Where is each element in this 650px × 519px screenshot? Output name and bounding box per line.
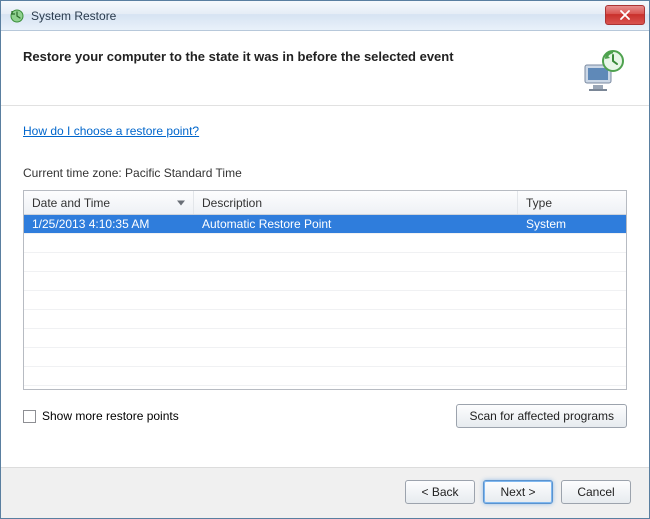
next-button[interactable]: Next > [483, 480, 553, 504]
show-more-label: Show more restore points [42, 409, 179, 423]
below-table-row: Show more restore points Scan for affect… [23, 404, 627, 428]
table-row[interactable] [24, 272, 626, 291]
titlebar: System Restore [1, 1, 649, 31]
back-button[interactable]: < Back [405, 480, 475, 504]
cancel-button[interactable]: Cancel [561, 480, 631, 504]
page-heading: Restore your computer to the state it wa… [23, 47, 454, 64]
table-row[interactable] [24, 329, 626, 348]
table-row[interactable] [24, 348, 626, 367]
table-row[interactable] [24, 291, 626, 310]
restore-points-table: Date and Time Description Type 1/25/2013… [23, 190, 627, 390]
close-button[interactable] [605, 5, 645, 25]
content-area: Restore your computer to the state it wa… [1, 31, 649, 467]
divider [1, 105, 649, 106]
header-row: Restore your computer to the state it wa… [23, 47, 627, 95]
table-row[interactable]: 1/25/2013 4:10:35 AM Automatic Restore P… [24, 215, 626, 234]
cell-type: System [518, 215, 626, 233]
window-title: System Restore [31, 9, 116, 23]
table-body: 1/25/2013 4:10:35 AM Automatic Restore P… [24, 215, 626, 386]
cell-description: Automatic Restore Point [194, 215, 518, 233]
table-header-row: Date and Time Description Type [24, 191, 626, 215]
table-row[interactable] [24, 367, 626, 386]
table-row[interactable] [24, 310, 626, 329]
scan-affected-programs-button[interactable]: Scan for affected programs [456, 404, 627, 428]
restore-hero-icon [579, 47, 627, 95]
wizard-footer: < Back Next > Cancel [1, 467, 649, 518]
timezone-label: Current time zone: Pacific Standard Time [23, 166, 627, 180]
table-row[interactable] [24, 234, 626, 253]
restore-app-icon [9, 8, 25, 24]
checkbox-icon [23, 410, 36, 423]
column-header-date[interactable]: Date and Time [24, 191, 194, 214]
cell-date: 1/25/2013 4:10:35 AM [24, 215, 194, 233]
table-row[interactable] [24, 253, 626, 272]
show-more-checkbox[interactable]: Show more restore points [23, 409, 179, 423]
column-header-description[interactable]: Description [194, 191, 518, 214]
system-restore-window: System Restore Restore your computer to … [0, 0, 650, 519]
help-link[interactable]: How do I choose a restore point? [23, 124, 627, 138]
column-header-type[interactable]: Type [518, 191, 626, 214]
